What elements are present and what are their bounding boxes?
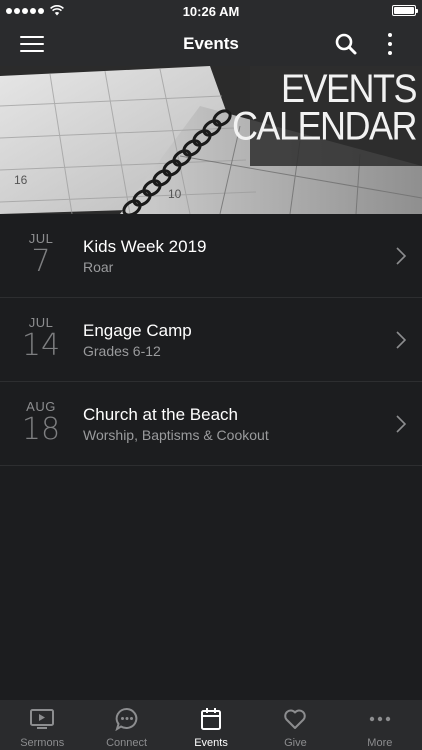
chat-bubble-icon: [114, 707, 140, 731]
nav-bar: Events: [0, 22, 422, 66]
event-row[interactable]: JUL 7 Kids Week 2019 Roar: [0, 214, 422, 298]
tab-label: Connect: [106, 737, 148, 749]
tab-events[interactable]: Events: [169, 700, 253, 750]
event-subtitle: Roar: [83, 259, 114, 275]
more-options-icon[interactable]: [380, 32, 400, 56]
tab-label: More: [367, 737, 393, 749]
events-list: JUL 7 Kids Week 2019 Roar JUL 14 Engage …: [0, 214, 422, 466]
battery-icon: [392, 5, 418, 16]
status-time: 10:26 AM: [182, 3, 240, 19]
banner-line-events: EVENTS: [280, 66, 418, 111]
event-day: 18: [21, 412, 61, 447]
tab-connect[interactable]: Connect: [84, 700, 168, 750]
signal-strength-icon: [6, 7, 44, 14]
banner-line-calendar: CALENDAR: [231, 103, 418, 149]
calendar-number-16: 16: [14, 173, 28, 187]
ellipsis-icon: [367, 707, 393, 731]
event-day: 7: [31, 244, 51, 279]
chevron-right-icon: [396, 247, 406, 265]
event-row[interactable]: AUG 18 Church at the Beach Worship, Bapt…: [0, 382, 422, 466]
event-title: Kids Week 2019: [83, 237, 207, 256]
event-date: AUG 18: [20, 400, 62, 446]
tv-icon: [29, 707, 55, 731]
chevron-right-icon: [396, 415, 406, 433]
banner-heading: EVENTS CALENDAR: [231, 66, 418, 149]
tab-label: Sermons: [20, 737, 65, 749]
tab-label: Give: [284, 737, 307, 749]
event-subtitle: Grades 6-12: [83, 343, 161, 359]
calendar-number-10: 10: [168, 187, 182, 201]
events-calendar-banner: 16 10 EVENTS CALENDAR: [0, 66, 422, 214]
tab-give[interactable]: Give: [253, 700, 337, 750]
event-subtitle: Worship, Baptisms & Cookout: [83, 427, 269, 443]
status-bar: 10:26 AM: [0, 0, 422, 22]
event-row[interactable]: JUL 14 Engage Camp Grades 6-12: [0, 298, 422, 382]
chevron-right-icon: [396, 331, 406, 349]
hamburger-menu-icon[interactable]: [20, 34, 44, 54]
event-date: JUL 7: [20, 232, 62, 278]
event-day: 14: [21, 328, 61, 363]
heart-icon: [282, 707, 308, 731]
wifi-icon: [50, 5, 64, 16]
tab-more[interactable]: More: [338, 700, 422, 750]
event-date: JUL 14: [20, 316, 62, 362]
signal-wifi-group: [6, 5, 64, 16]
tab-bar: Sermons Connect Events Give More: [0, 700, 422, 750]
page-title: Events: [183, 34, 239, 53]
tab-label: Events: [194, 737, 228, 749]
tab-sermons[interactable]: Sermons: [0, 700, 84, 750]
search-icon[interactable]: [334, 32, 358, 56]
calendar-icon: [198, 707, 224, 731]
event-title: Church at the Beach: [83, 405, 238, 424]
event-title: Engage Camp: [83, 321, 192, 340]
